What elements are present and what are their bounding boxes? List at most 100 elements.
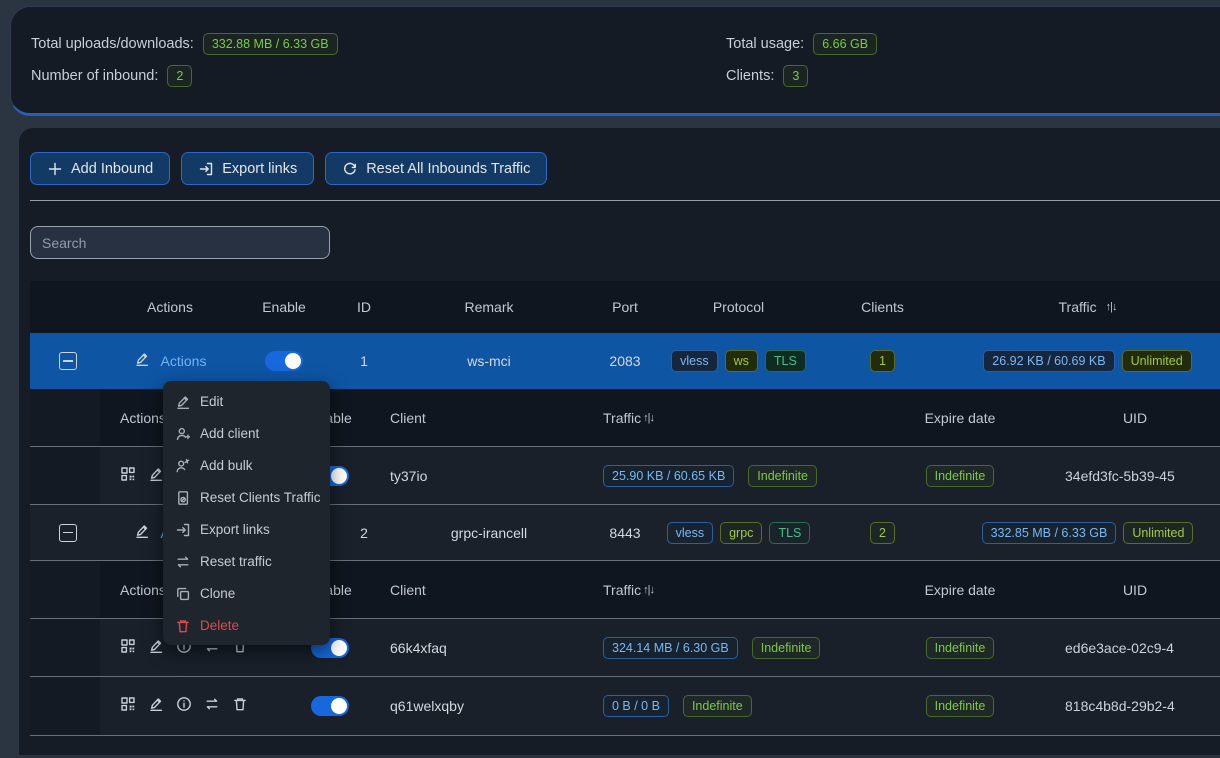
sort-icon[interactable]: ↑|↓: [1106, 301, 1117, 313]
clients-count-value-badge: 3: [783, 65, 808, 87]
client-header-expire: Expire date: [900, 410, 1020, 426]
trash-icon[interactable]: [232, 696, 252, 716]
client-header-uid: UID: [1020, 582, 1220, 598]
stats-right-column: Total usage: 6.66 GB Clients: 3: [726, 33, 877, 97]
inbound-port: 2083: [583, 353, 667, 369]
stats-left-column: Total uploads/downloads: 332.88 MB / 6.3…: [31, 33, 338, 97]
client-uid: ed6e3ace-02c9-4: [1020, 640, 1220, 656]
client-uid: 818c4b8d-29b2-4: [1020, 698, 1220, 714]
client-expire-badge: Indefinite: [926, 695, 995, 717]
header-enable: Enable: [235, 299, 333, 315]
traffic-badge: 332.85 MB / 6.33 GB: [982, 522, 1117, 544]
reset-all-traffic-button[interactable]: Reset All Inbounds Traffic: [325, 152, 547, 185]
header-port: Port: [583, 299, 667, 315]
total-usage-label: Total usage:: [726, 36, 804, 52]
doc-reset-icon: [175, 490, 190, 505]
qr-code-icon[interactable]: [120, 638, 140, 658]
row-select-checkbox[interactable]: [59, 524, 77, 542]
client-count-badge: 1: [870, 350, 895, 372]
protocol-badge: vless: [671, 350, 717, 372]
client-expire-badge: Indefinite: [926, 465, 995, 487]
client-header-client: Client: [370, 582, 600, 598]
users-add-icon: [175, 458, 190, 473]
tls-badge: TLS: [765, 350, 806, 372]
menu-item-reset-clients-traffic[interactable]: Reset Clients Traffic: [163, 481, 330, 513]
actions-context-menu: Edit Add client Add bulk Reset Clients T…: [163, 381, 330, 645]
client-count-badge: 2: [870, 522, 895, 544]
export-icon: [175, 522, 190, 537]
plus-icon: [47, 161, 62, 176]
client-header-client: Client: [370, 410, 600, 426]
total-uploads-stat: Total uploads/downloads: 332.88 MB / 6.3…: [31, 33, 338, 55]
edit-pencil-icon[interactable]: [134, 351, 154, 371]
header-actions: Actions: [105, 299, 235, 315]
total-uploads-value-badge: 332.88 MB / 6.33 GB: [203, 33, 338, 55]
quota-badge: Unlimited: [1123, 522, 1193, 544]
edit-pencil-icon[interactable]: [134, 523, 154, 543]
reset-traffic-icon[interactable]: [204, 696, 224, 716]
export-links-button[interactable]: Export links: [181, 152, 314, 185]
client-name: ty37io: [370, 468, 600, 484]
add-inbound-button[interactable]: Add Inbound: [30, 152, 170, 185]
header-id[interactable]: ID: [333, 299, 395, 315]
protocol-badge: vless: [667, 522, 713, 544]
client-traffic-badge: 0 B / 0 B: [603, 695, 669, 717]
client-row-q61welxqby: q61welxqby 0 B / 0 B Indefinite Indefini…: [30, 677, 1220, 736]
inbound-id: 2: [333, 525, 395, 541]
client-uid: 34efd3fc-5b39-45: [1020, 468, 1220, 484]
menu-item-add-client[interactable]: Add client: [163, 417, 330, 449]
client-traffic-badge: 324.14 MB / 6.30 GB: [603, 637, 738, 659]
client-enable-toggle[interactable]: [311, 696, 349, 716]
menu-item-reset-traffic[interactable]: Reset traffic: [163, 545, 330, 577]
qr-code-icon[interactable]: [120, 466, 140, 486]
search-input[interactable]: [30, 226, 330, 259]
total-usage-value-badge: 6.66 GB: [813, 33, 877, 55]
total-uploads-label: Total uploads/downloads:: [31, 36, 194, 52]
reload-icon: [342, 161, 357, 176]
client-quota-badge: Indefinite: [683, 695, 752, 717]
traffic-badge: 26.92 KB / 60.69 KB: [983, 350, 1114, 372]
inbound-count-stat: Number of inbound: 2: [31, 65, 338, 87]
toolbar-divider: [30, 200, 1220, 201]
pencil-icon: [175, 394, 190, 409]
inbound-count-label: Number of inbound:: [31, 68, 158, 84]
client-expire-badge: Indefinite: [926, 637, 995, 659]
clients-count-label: Clients:: [726, 68, 774, 84]
user-add-icon: [175, 426, 190, 441]
menu-item-add-bulk[interactable]: Add bulk: [163, 449, 330, 481]
client-traffic-badge: 25.90 KB / 60.65 KB: [603, 465, 734, 487]
client-header-uid: UID: [1020, 410, 1220, 426]
inbound-remark: ws-mci: [395, 353, 583, 369]
search-area: [30, 226, 1220, 259]
inbound-port: 8443: [583, 525, 667, 541]
client-header-traffic[interactable]: Traffic↑|↓: [600, 582, 900, 598]
client-quota-badge: Indefinite: [752, 637, 821, 659]
header-traffic[interactable]: Traffic↑|↓: [955, 299, 1220, 315]
client-header-expire: Expire date: [900, 582, 1020, 598]
export-icon: [198, 161, 213, 176]
qr-code-icon[interactable]: [120, 696, 140, 716]
quota-badge: Unlimited: [1122, 350, 1192, 372]
enable-toggle[interactable]: [265, 351, 303, 371]
toolbar: Add Inbound Export links Reset All Inbou…: [30, 152, 1220, 185]
inbound-count-value-badge: 2: [167, 65, 192, 87]
edit-pencil-icon[interactable]: [148, 696, 168, 716]
actions-dropdown-trigger[interactable]: Actions: [161, 353, 207, 369]
sort-icon[interactable]: ↑|↓: [643, 584, 654, 596]
menu-item-clone[interactable]: Clone: [163, 577, 330, 609]
transport-badge: ws: [725, 350, 758, 372]
client-header-traffic[interactable]: Traffic↑|↓: [600, 410, 900, 426]
inbound-remark: grpc-irancell: [395, 525, 583, 541]
info-icon[interactable]: [176, 696, 196, 716]
header-remark: Remark: [395, 299, 583, 315]
menu-item-export-links[interactable]: Export links: [163, 513, 330, 545]
menu-item-edit[interactable]: Edit: [163, 385, 330, 417]
sort-icon[interactable]: ↑|↓: [643, 412, 654, 424]
export-links-label: Export links: [222, 161, 297, 177]
inbounds-page: Total uploads/downloads: 332.88 MB / 6.3…: [0, 0, 1220, 758]
stats-card: Total uploads/downloads: 332.88 MB / 6.3…: [10, 6, 1220, 116]
menu-item-delete[interactable]: Delete: [163, 609, 330, 641]
client-name: 66k4xfaq: [370, 640, 600, 656]
inbound-id: 1: [333, 353, 395, 369]
row-select-checkbox[interactable]: [59, 352, 77, 370]
